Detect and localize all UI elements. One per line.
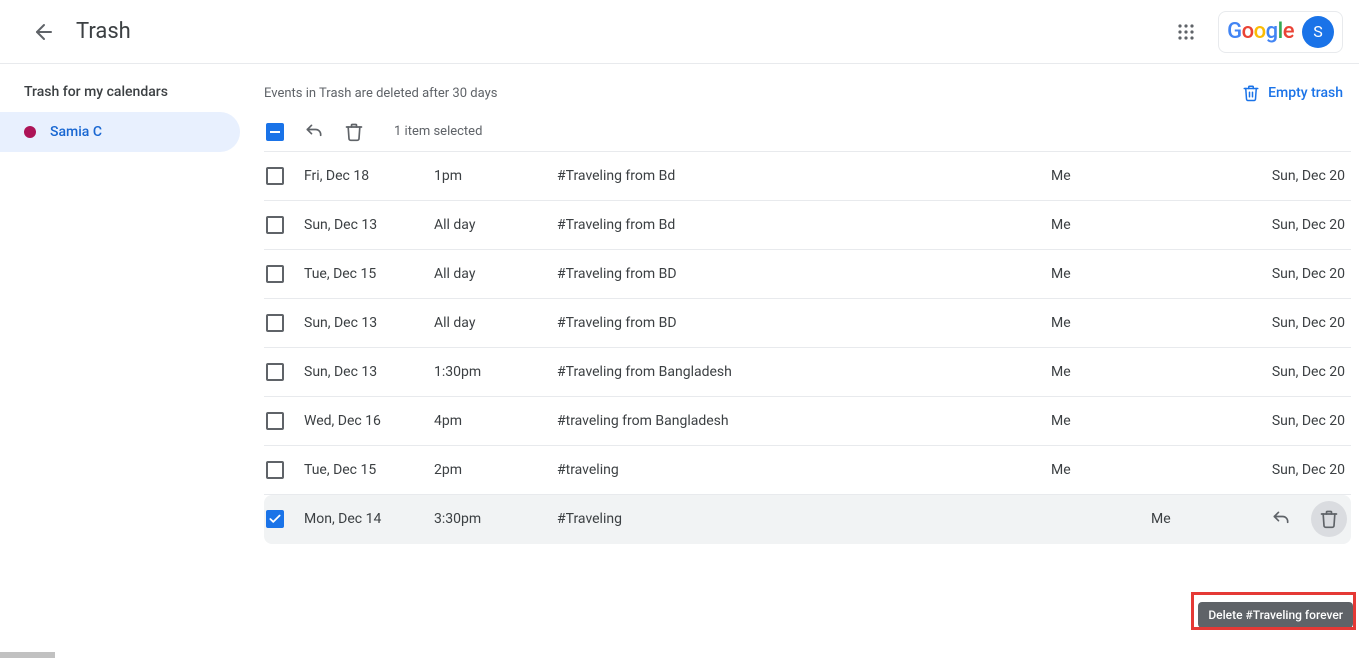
table-row[interactable]: Sun, Dec 13All day#Traveling from BDMeSu… [264,299,1351,348]
sidebar: Trash for my calendars Samia C [0,64,248,658]
apps-grid-icon [1177,23,1195,41]
horizontal-scrollbar-thumb[interactable] [0,652,55,658]
row-time: All day [434,217,557,233]
row-checkbox[interactable] [266,461,284,479]
selection-count-text: 1 item selected [394,124,482,139]
table-row[interactable]: Sun, Dec 13All day#Traveling from BdMeSu… [264,201,1351,250]
row-event-title: #Traveling from Bangladesh [557,364,1051,380]
row-deleted-date: Sun, Dec 20 [1251,462,1351,478]
row-organizer: Me [1051,266,1251,282]
trash-icon [1242,84,1260,102]
row-deleted-date: Sun, Dec 20 [1251,217,1351,233]
row-checkbox[interactable] [266,216,284,234]
row-checkbox[interactable] [266,167,284,185]
row-date: Sun, Dec 13 [304,364,434,380]
row-time: 3:30pm [434,511,557,527]
table-row[interactable]: Sun, Dec 131:30pm#Traveling from Banglad… [264,348,1351,397]
selection-toolbar: 1 item selected [264,112,1351,152]
trash-icon [1319,509,1339,529]
row-time: All day [434,315,557,331]
row-organizer: Me [1051,315,1251,331]
row-event-title: #traveling from Bangladesh [557,413,1051,429]
row-checkbox[interactable] [266,265,284,283]
row-deleted-date: Sun, Dec 20 [1251,364,1351,380]
retention-info-text: Events in Trash are deleted after 30 day… [264,86,497,101]
calendar-name-label: Samia C [50,124,102,140]
row-deleted-date: Sun, Dec 20 [1251,168,1351,184]
undo-icon [1271,509,1291,529]
row-event-title: #Traveling [557,511,1151,527]
app-header: Trash Google S [0,0,1359,64]
empty-trash-button[interactable]: Empty trash [1242,84,1343,102]
row-organizer: Me [1051,413,1251,429]
avatar[interactable]: S [1302,16,1334,48]
row-time: 4pm [434,413,557,429]
table-row[interactable]: Wed, Dec 164pm#traveling from Bangladesh… [264,397,1351,446]
empty-trash-label: Empty trash [1268,85,1343,101]
row-organizer: Me [1051,364,1251,380]
table-row[interactable]: Fri, Dec 181pm#Traveling from BdMeSun, D… [264,152,1351,201]
trash-icon [344,122,364,142]
row-date: Tue, Dec 15 [304,266,434,282]
row-deleted-date: Sun, Dec 20 [1251,315,1351,331]
row-date: Wed, Dec 16 [304,413,434,429]
delete-selected-button[interactable] [344,122,364,142]
row-checkbox[interactable] [266,412,284,430]
row-date: Tue, Dec 15 [304,462,434,478]
row-date: Sun, Dec 13 [304,217,434,233]
row-event-title: #Traveling from BD [557,315,1051,331]
row-deleted-date: Sun, Dec 20 [1251,266,1351,282]
table-row[interactable]: Tue, Dec 15All day#Traveling from BDMeSu… [264,250,1351,299]
undo-icon [304,122,324,142]
google-apps-button[interactable] [1166,12,1206,52]
row-date: Fri, Dec 18 [304,168,434,184]
account-switcher[interactable]: Google S [1218,11,1343,53]
restore-selected-button[interactable] [304,122,324,142]
row-actions [1263,501,1347,537]
sidebar-calendar-item[interactable]: Samia C [0,112,240,152]
row-date: Sun, Dec 13 [304,315,434,331]
google-logo: Google [1227,19,1294,44]
arrow-left-icon [32,20,56,44]
row-checkbox[interactable] [266,510,284,528]
row-organizer: Me [1051,462,1251,478]
main-panel: Events in Trash are deleted after 30 day… [248,64,1359,658]
delete-forever-tooltip: Delete #Traveling forever [1198,602,1353,628]
table-row[interactable]: Mon, Dec 143:30pm#TravelingMe [264,495,1351,544]
row-checkbox[interactable] [266,314,284,332]
sidebar-title: Trash for my calendars [0,84,248,112]
row-checkbox[interactable] [266,363,284,381]
row-deleted-date: Sun, Dec 20 [1251,413,1351,429]
delete-forever-button[interactable] [1311,501,1347,537]
row-event-title: #Traveling from BD [557,266,1051,282]
row-time: 2pm [434,462,557,478]
table-row[interactable]: Tue, Dec 152pm#travelingMeSun, Dec 20 [264,446,1351,495]
trash-event-list: Fri, Dec 181pm#Traveling from BdMeSun, D… [264,152,1351,544]
back-button[interactable] [24,12,64,52]
row-organizer: Me [1051,217,1251,233]
page-title: Trash [76,19,131,44]
row-event-title: #traveling [557,462,1051,478]
calendar-color-dot [24,126,36,138]
row-date: Mon, Dec 14 [304,511,434,527]
restore-event-button[interactable] [1263,501,1299,537]
row-event-title: #Traveling from Bd [557,217,1051,233]
row-time: All day [434,266,557,282]
master-checkbox-indeterminate[interactable] [266,123,284,141]
row-event-title: #Traveling from Bd [557,168,1051,184]
row-time: 1pm [434,168,557,184]
row-organizer: Me [1051,168,1251,184]
row-time: 1:30pm [434,364,557,380]
